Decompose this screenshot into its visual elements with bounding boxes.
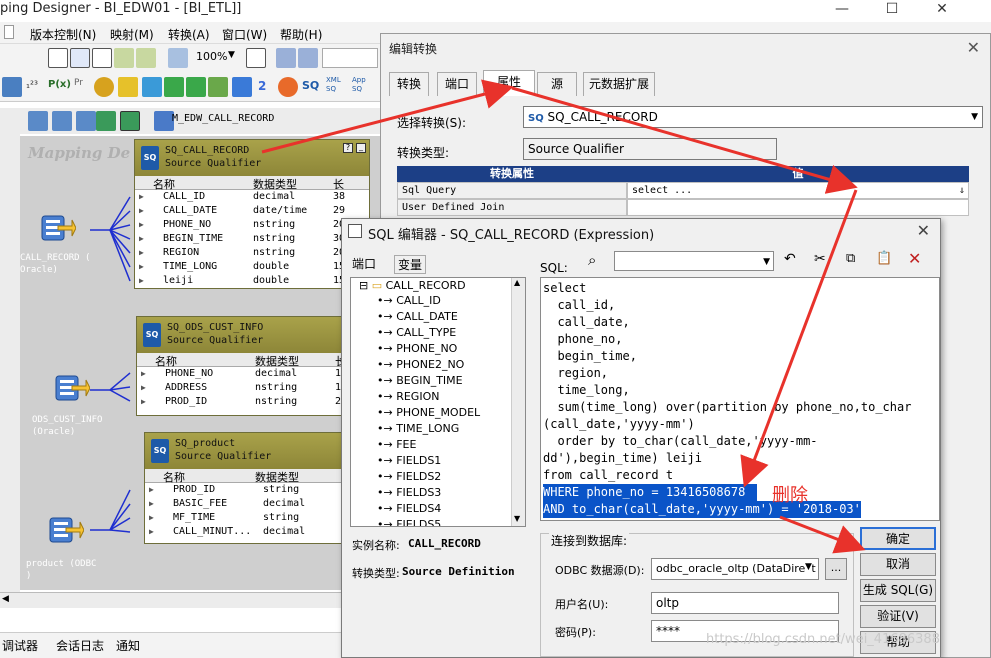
arrow-to-sql-editor <box>740 189 858 488</box>
annotation-arrows <box>261 79 866 554</box>
arrow-to-properties-tab <box>261 79 514 154</box>
arrow-to-ok <box>779 515 866 554</box>
arrow-to-sql-query <box>511 86 858 194</box>
